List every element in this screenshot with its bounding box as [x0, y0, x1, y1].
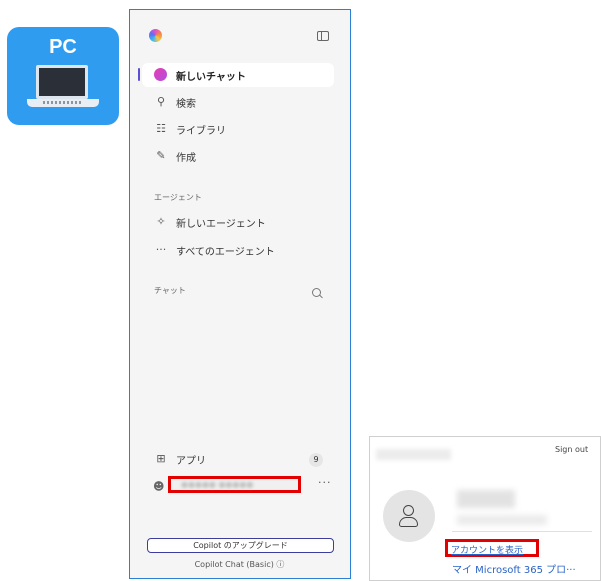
new-chat-icon [154, 68, 167, 81]
pc-label: PC [49, 36, 77, 58]
nav-new-agent-label: 新しいエージェント [176, 219, 266, 230]
popup-divider [452, 531, 592, 532]
my-microsoft-365-link[interactable]: マイ Microsoft 365 プロ··· [452, 561, 576, 576]
plan-label: Copilot Chat (Basic) ⓘ [130, 559, 349, 570]
nav-apps-label: アプリ [176, 456, 206, 467]
library-icon: ☷ [156, 122, 166, 135]
nav-create-label: 作成 [176, 153, 196, 164]
new-agent-icon: ✧ [156, 215, 166, 228]
nav-new-chat[interactable]: 新しいチャット [142, 63, 334, 87]
nav-create[interactable]: ✎ 作成 [142, 144, 334, 168]
laptop-keyboard [43, 101, 83, 104]
apps-count-badge: 9 [309, 453, 323, 467]
chat-search-icon[interactable] [312, 288, 321, 297]
nav-new-agent[interactable]: ✧ 新しいエージェント [142, 210, 334, 234]
laptop-icon [36, 65, 88, 99]
info-icon[interactable]: ⓘ [276, 560, 284, 569]
account-popup: Sign out アカウントを表示 マイ Microsoft 365 プロ··· [369, 436, 601, 581]
active-indicator [138, 68, 140, 81]
account-avatar [383, 490, 435, 542]
person-icon-body [399, 517, 418, 527]
agents-section-header: エージェント [154, 193, 202, 202]
toggle-sidebar-icon[interactable] [317, 31, 329, 41]
sign-out-link[interactable]: Sign out [555, 445, 588, 454]
nav-search[interactable]: ⚲ 検索 [142, 90, 334, 114]
account-email-blurred [457, 515, 547, 525]
nav-library[interactable]: ☷ ライブラリ [142, 117, 334, 141]
copilot-sidebar: 新しいチャット ⚲ 検索 ☷ ライブラリ ✎ 作成 エージェント ✧ 新しいエー… [129, 9, 351, 579]
person-icon [403, 505, 414, 516]
search-icon: ⚲ [156, 95, 166, 108]
nav-library-label: ライブラリ [176, 126, 226, 137]
nav-apps[interactable]: ⊞ アプリ [142, 447, 334, 471]
popup-org-name-blurred [376, 449, 451, 460]
more-options-icon[interactable]: ··· [318, 476, 332, 489]
nav-all-agents-label: すべてのエージェント [176, 247, 275, 258]
view-account-link[interactable]: アカウントを表示 [451, 543, 523, 556]
upgrade-button[interactable]: Copilot のアップグレード [147, 538, 334, 553]
user-account-button[interactable]: ●●●●● ●●●●● [168, 476, 301, 493]
pc-badge: PC [7, 27, 119, 125]
view-account-highlight[interactable]: アカウントを表示 [445, 539, 539, 557]
chats-section-header: チャット [154, 286, 186, 295]
user-name-blurred: ●●●●● ●●●●● [181, 480, 254, 489]
nav-all-agents[interactable]: ··· すべてのエージェント [142, 238, 334, 262]
nav-new-chat-label: 新しいチャット [176, 72, 246, 83]
apps-icon: ⊞ [156, 452, 166, 465]
account-name-blurred [457, 490, 515, 508]
nav-search-label: 検索 [176, 99, 196, 110]
copilot-logo-icon[interactable] [149, 29, 162, 42]
user-avatar-icon[interactable]: ☻ [153, 480, 164, 493]
more-icon: ··· [155, 243, 167, 256]
create-icon: ✎ [156, 149, 166, 162]
plan-label-text: Copilot Chat (Basic) [194, 560, 274, 569]
